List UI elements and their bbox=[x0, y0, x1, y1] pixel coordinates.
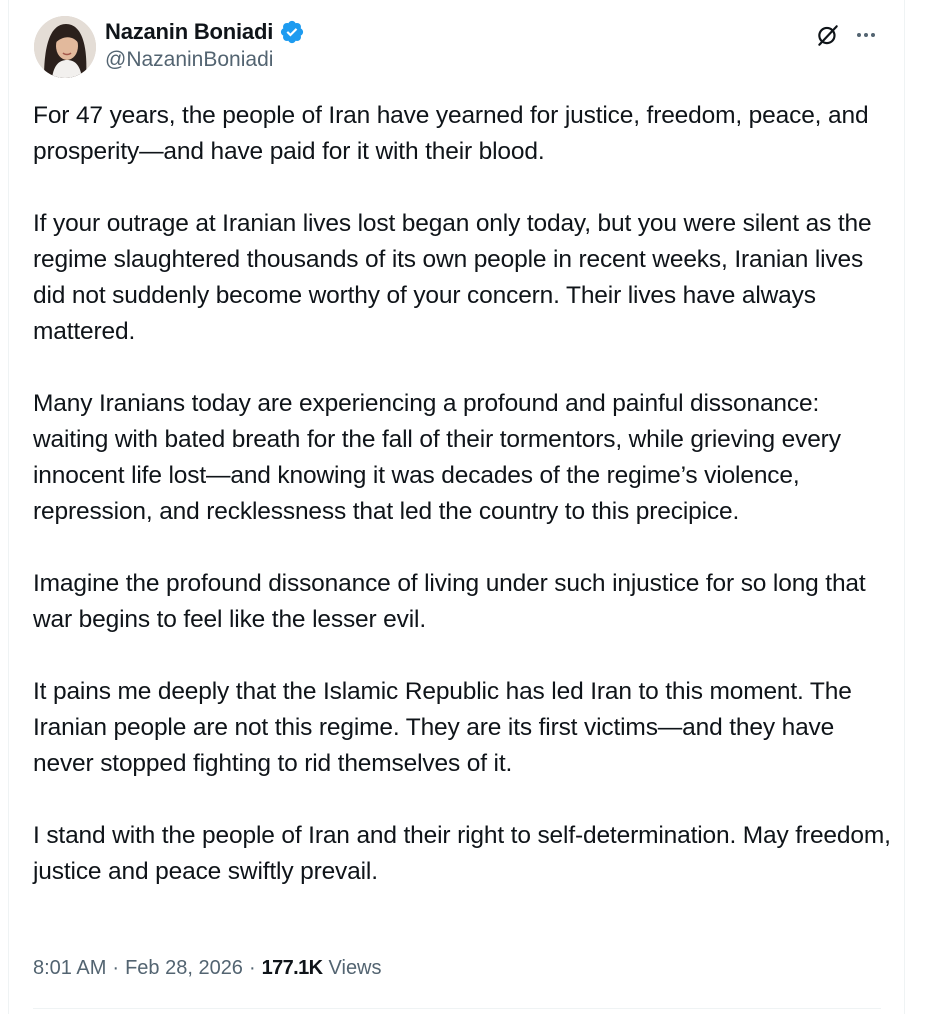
tweet-time-link[interactable]: 8:01 AM · Feb 28, 2026 bbox=[33, 957, 243, 980]
profile-photo bbox=[34, 16, 96, 78]
divider bbox=[33, 1008, 881, 1009]
views-label: Views bbox=[328, 956, 382, 979]
author-name-row: Nazanin Boniadi bbox=[105, 18, 305, 46]
tweet-paragraph: For 47 years, the people of Iran have ye… bbox=[33, 102, 869, 165]
meta-separator: · bbox=[248, 956, 256, 979]
tweet-date: Feb 28, 2026 bbox=[125, 956, 243, 979]
author-display-name[interactable]: Nazanin Boniadi bbox=[105, 19, 273, 45]
avatar[interactable] bbox=[34, 16, 96, 78]
tweet-time: 8:01 AM bbox=[33, 956, 107, 979]
tweet-card: Nazanin Boniadi @NazaninBoniadi For 47 y… bbox=[8, 0, 905, 1014]
tweet-meta: 8:01 AM · Feb 28, 2026 · 177.1K Views bbox=[33, 953, 382, 983]
views-count[interactable]: 177.1K bbox=[262, 957, 324, 980]
tweet-paragraph: Many Iranians today are experiencing a p… bbox=[33, 390, 841, 525]
tweet-paragraph: If your outrage at Iranian lives lost be… bbox=[33, 210, 872, 345]
tweet-paragraph: I stand with the people of Iran and thei… bbox=[33, 822, 891, 885]
verified-badge-icon[interactable] bbox=[279, 19, 305, 45]
tweet-text: For 47 years, the people of Iran have ye… bbox=[33, 98, 893, 890]
meta-separator: · bbox=[112, 956, 120, 979]
tweet-paragraph: Imagine the profound dissonance of livin… bbox=[33, 570, 866, 633]
more-horizontal-icon[interactable] bbox=[851, 20, 881, 50]
author-handle[interactable]: @NazaninBoniadi bbox=[105, 48, 273, 72]
tweet-paragraph: It pains me deeply that the Islamic Repu… bbox=[33, 678, 852, 777]
grok-icon[interactable] bbox=[813, 20, 843, 50]
